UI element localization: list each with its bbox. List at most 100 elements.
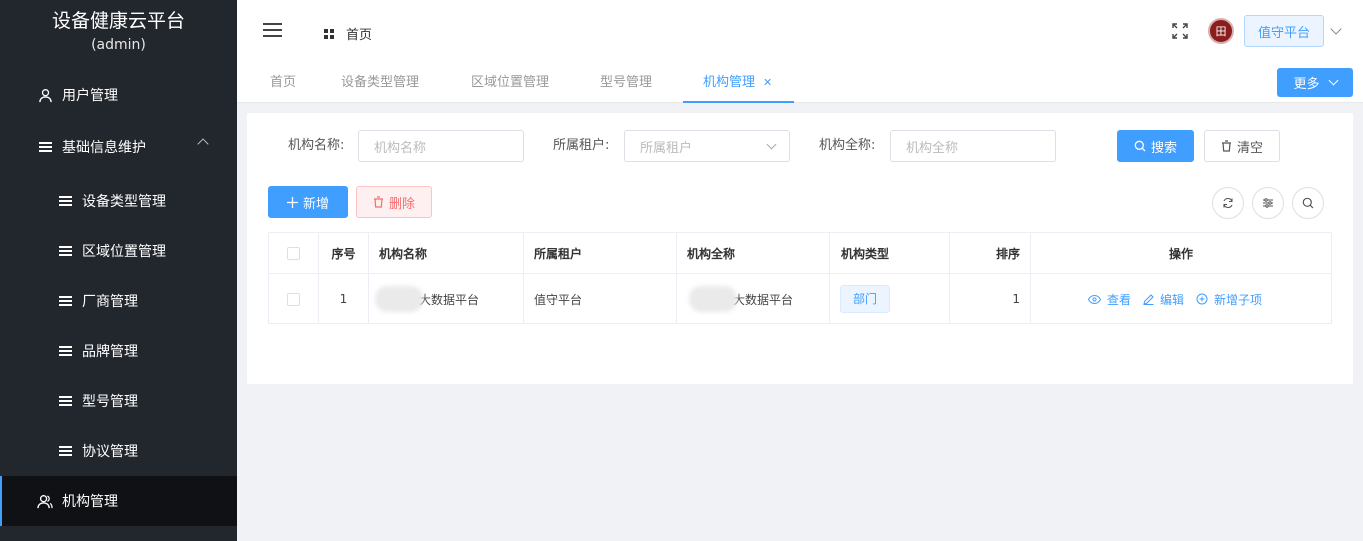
- plus-circle-icon: [1196, 293, 1208, 305]
- clear-label: 清空: [1236, 140, 1263, 156]
- list-icon: [56, 242, 74, 260]
- chevron-down-icon: [1328, 75, 1338, 86]
- edit-label: 编辑: [1159, 292, 1184, 307]
- refresh-icon: [1223, 197, 1233, 209]
- full-name-placeholder: 机构全称: [906, 140, 959, 156]
- sidebar-item-label: 协议管理: [82, 444, 138, 460]
- header-sort: 排序: [950, 233, 1031, 274]
- redacted-blur: [375, 286, 423, 312]
- sidebar-item-device-type[interactable]: 设备类型管理: [0, 176, 237, 226]
- breadcrumb-home[interactable]: 首页: [346, 24, 372, 43]
- sidebar-item-protocol[interactable]: 协议管理: [0, 426, 237, 476]
- header-tenant: 所属租户: [524, 233, 677, 274]
- platform-select-button[interactable]: 值守平台: [1244, 15, 1324, 47]
- top-header: 首页 田 值守平台: [237, 0, 1363, 63]
- edit-button[interactable]: 编辑: [1143, 291, 1184, 308]
- fullscreen-icon[interactable]: [1172, 23, 1188, 39]
- tab-label: 机构管理: [703, 75, 756, 90]
- chevron-up-icon: [197, 138, 209, 150]
- sliders-icon: [1263, 198, 1273, 208]
- edit-icon: [1143, 293, 1154, 305]
- more-label: 更多: [1293, 77, 1320, 92]
- user-icon: [36, 86, 54, 104]
- search-button[interactable]: 搜索: [1117, 130, 1194, 162]
- org-type-tag: 部门: [840, 285, 891, 313]
- menu-toggle-icon[interactable]: [263, 23, 282, 38]
- sidebar-item-organization[interactable]: 机构管理: [0, 476, 237, 526]
- avatar[interactable]: 田: [1208, 18, 1234, 44]
- cell-type: 部门: [830, 274, 950, 324]
- brand-title: 设备健康云平台: [51, 10, 185, 32]
- list-icon: [36, 138, 54, 156]
- full-name-label: 机构全称:: [819, 138, 876, 153]
- header-name: 机构名称: [369, 233, 524, 274]
- cell-index: 1: [319, 274, 369, 324]
- sidebar-item-label: 型号管理: [82, 394, 138, 410]
- select-all-cell: [269, 233, 319, 274]
- cell-actions: 查看 编辑 新增子项: [1031, 274, 1331, 324]
- view-label: 查看: [1106, 292, 1131, 307]
- eye-icon: [1087, 294, 1101, 304]
- more-button[interactable]: 更多: [1277, 68, 1353, 97]
- brand: 设备健康云平台 (admin): [0, 0, 237, 63]
- sidebar-item-model[interactable]: 型号管理: [0, 376, 237, 426]
- grid-icon: [324, 28, 334, 39]
- tab-bar: 首页 设备类型管理 区域位置管理 型号管理 机构管理 ✕ 更多: [237, 63, 1363, 103]
- list-icon: [56, 392, 74, 410]
- sidebar-item-label: 基础信息维护: [62, 140, 146, 156]
- view-button[interactable]: 查看: [1087, 291, 1131, 308]
- clear-button[interactable]: 清空: [1204, 130, 1280, 162]
- header-full-name: 机构全称: [677, 233, 830, 274]
- full-name-input[interactable]: 机构全称: [890, 130, 1056, 162]
- content-card: 机构名称: 机构名称 所属租户: 所属租户 机构全称: 机构全称 搜索 清空 新…: [247, 113, 1353, 384]
- tab-home[interactable]: 首页: [270, 63, 296, 103]
- delete-label: 删除: [388, 196, 415, 212]
- refresh-button[interactable]: [1212, 187, 1244, 219]
- sidebar-item-label: 机构管理: [62, 494, 118, 510]
- search-icon: [1302, 197, 1314, 209]
- sidebar-item-basic-info[interactable]: 基础信息维护: [0, 122, 237, 172]
- select-all-checkbox[interactable]: [287, 246, 300, 260]
- sidebar-item-label: 设备类型管理: [82, 194, 166, 210]
- cell-sort: 1: [950, 274, 1031, 324]
- cell-name-text: 大数据平台: [419, 292, 480, 307]
- tenant-label: 所属租户:: [553, 138, 610, 153]
- users-icon: [36, 492, 54, 510]
- trash-icon: [373, 196, 383, 208]
- avatar-text: 田: [1215, 25, 1227, 38]
- chevron-down-icon: [766, 139, 777, 150]
- sidebar-item-brand[interactable]: 品牌管理: [0, 326, 237, 376]
- cell-tenant: 值守平台: [524, 274, 677, 324]
- org-name-input[interactable]: 机构名称: [358, 130, 524, 162]
- add-child-label: 新增子项: [1214, 292, 1263, 307]
- sidebar-item-label: 用户管理: [62, 88, 118, 104]
- header-actions: 操作: [1031, 233, 1331, 274]
- sidebar-item-user-management[interactable]: 用户管理: [0, 70, 237, 120]
- tenant-select[interactable]: 所属租户: [624, 130, 790, 162]
- list-icon: [56, 442, 74, 460]
- column-settings-button[interactable]: [1252, 187, 1284, 219]
- row-checkbox[interactable]: [287, 292, 300, 306]
- tab-organization[interactable]: 机构管理 ✕: [683, 63, 794, 103]
- tab-device-type[interactable]: 设备类型管理: [341, 63, 419, 103]
- tab-region[interactable]: 区域位置管理: [471, 63, 549, 103]
- org-table: 序号 机构名称 所属租户 机构全称 机构类型 排序 操作 1 大数据平台 值守平…: [268, 232, 1332, 324]
- org-name-label: 机构名称:: [288, 138, 345, 153]
- sidebar-item-vendor[interactable]: 厂商管理: [0, 276, 237, 326]
- org-name-placeholder: 机构名称: [374, 140, 427, 156]
- chevron-down-icon[interactable]: [1330, 23, 1342, 35]
- tab-model[interactable]: 型号管理: [600, 63, 652, 103]
- sidebar-item-region[interactable]: 区域位置管理: [0, 226, 237, 276]
- add-button[interactable]: 新增: [268, 186, 348, 218]
- cell-name: 大数据平台: [369, 274, 524, 324]
- search-label: 搜索: [1150, 140, 1177, 156]
- close-icon[interactable]: ✕: [763, 76, 772, 89]
- add-child-button[interactable]: 新增子项: [1196, 291, 1262, 308]
- sidebar-item-label: 品牌管理: [82, 344, 138, 360]
- list-icon: [56, 292, 74, 310]
- redacted-blur: [689, 286, 737, 312]
- cell-full-name: 大数据平台: [677, 274, 830, 324]
- toggle-search-button[interactable]: [1292, 187, 1324, 219]
- delete-button[interactable]: 删除: [356, 186, 432, 218]
- sidebar-item-label: 厂商管理: [82, 294, 138, 310]
